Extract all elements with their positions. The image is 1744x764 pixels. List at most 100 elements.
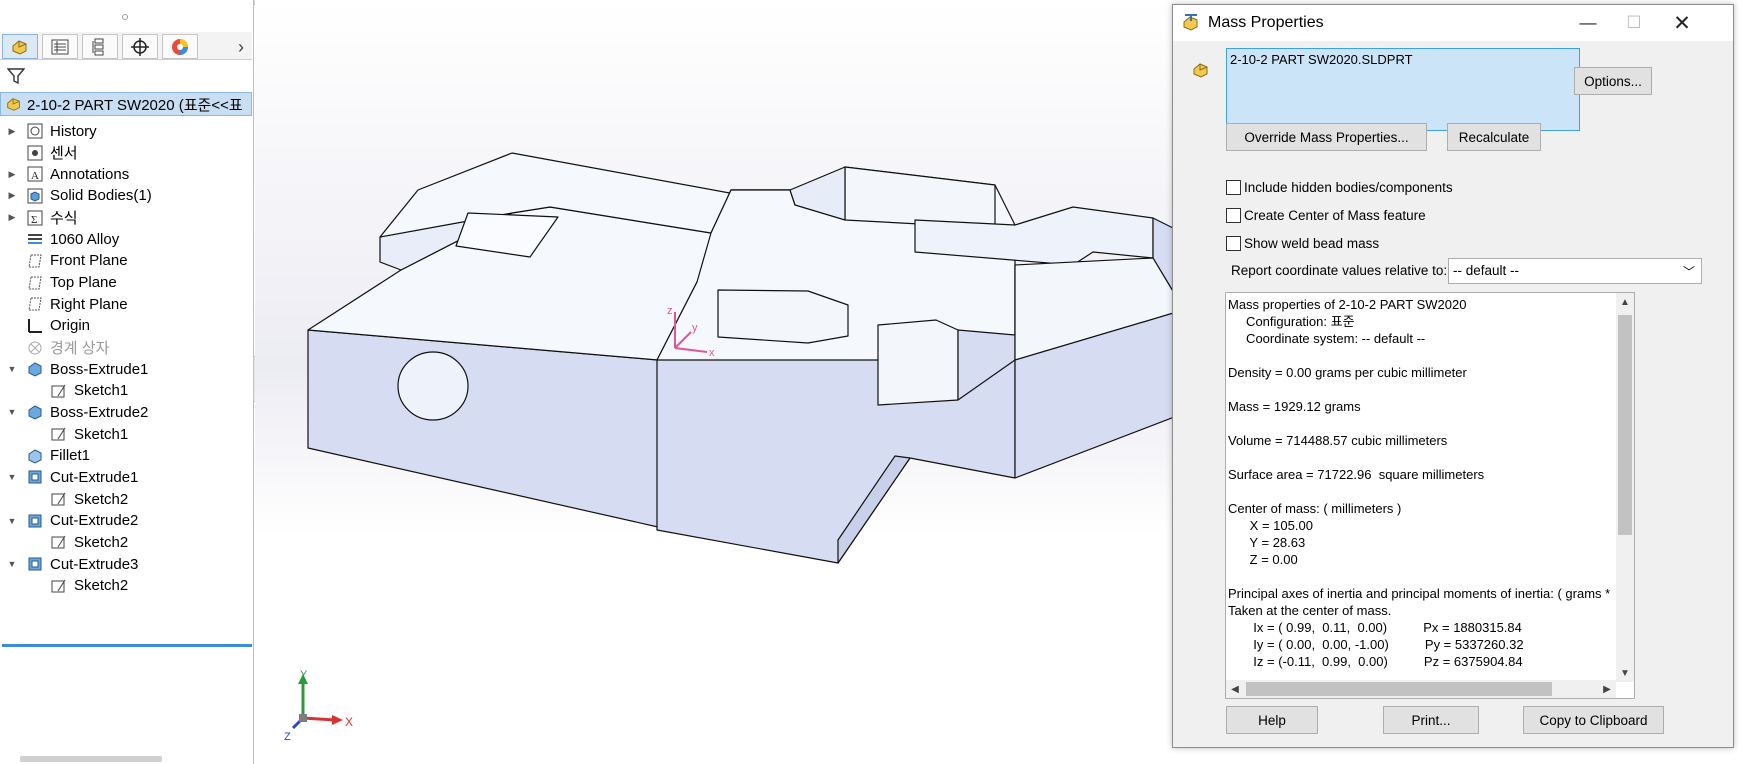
- tree-item-fillet1[interactable]: Fillet1: [0, 444, 252, 468]
- collapse-arrow-icon[interactable]: ▼: [7, 407, 17, 417]
- help-button[interactable]: Help: [1226, 706, 1318, 734]
- origin-axis-label-y: y: [692, 322, 698, 334]
- scroll-thumb[interactable]: [1618, 315, 1632, 535]
- tree-item-top-plane[interactable]: Top Plane: [0, 271, 252, 295]
- results-horizontal-scrollbar[interactable]: ◀ ▶: [1226, 680, 1616, 698]
- cut-extrude-icon: [28, 557, 42, 571]
- results-line: [1228, 347, 1616, 364]
- triad-label-z: Z: [284, 731, 291, 743]
- tree-item-item-10[interactable]: 경계 상자: [0, 336, 252, 360]
- coordinate-system-select[interactable]: -- default -- ﹀: [1448, 258, 1702, 284]
- plane-icon: [28, 276, 42, 290]
- close-button[interactable]: ✕: [1659, 5, 1705, 41]
- graphics-viewport[interactable]: z y x Y X Z: [255, 0, 1173, 764]
- tree-item-1060-alloy[interactable]: 1060 Alloy: [0, 227, 252, 251]
- results-line: Density = 0.00 grams per cubic millimete…: [1228, 365, 1467, 380]
- expand-arrow-icon[interactable]: ▶: [7, 126, 17, 137]
- dimxpert-tab[interactable]: [122, 34, 158, 59]
- tree-item-boss-extrude2[interactable]: ▼ Boss-Extrude2: [0, 400, 252, 424]
- checkbox-box[interactable]: [1226, 235, 1241, 251]
- triad-label-y: Y: [300, 669, 308, 681]
- mass-properties-dialog: Mass Properties — ☐ ✕ 2-10-2 PART SW2020…: [1172, 4, 1734, 748]
- boss-extrude-icon: [28, 405, 42, 420]
- tree-item-cut-extrude1[interactable]: ▼ Cut-Extrude1: [0, 465, 252, 489]
- tree-item-solid-bodies-1[interactable]: ▶ Solid Bodies(1): [0, 184, 252, 208]
- scroll-left-icon[interactable]: ◀: [1226, 680, 1244, 698]
- tree-item-sketch2[interactable]: Sketch2: [0, 530, 252, 554]
- copy-to-clipboard-button[interactable]: Copy to Clipboard: [1523, 706, 1664, 734]
- annotations-icon: A: [27, 166, 43, 182]
- collapse-arrow-icon[interactable]: ▼: [7, 516, 17, 526]
- tree-item-label: Origin: [50, 317, 91, 335]
- part-model-view[interactable]: z y x Y X Z: [255, 0, 1173, 764]
- results-line: [1228, 381, 1616, 398]
- selected-items-list[interactable]: 2-10-2 PART SW2020.SLDPRT: [1226, 48, 1580, 131]
- tree-item-sketch2[interactable]: Sketch2: [0, 487, 252, 511]
- options-button[interactable]: Options...: [1574, 67, 1652, 95]
- scroll-up-icon[interactable]: ▲: [1616, 293, 1634, 311]
- collapse-arrow-icon[interactable]: ▼: [7, 364, 17, 374]
- show-weld-bead-checkbox[interactable]: Show weld bead mass: [1226, 233, 1379, 253]
- scroll-right-icon[interactable]: ▶: [1598, 680, 1616, 698]
- tree-horizontal-scrollbar[interactable]: [20, 756, 162, 762]
- include-hidden-checkbox[interactable]: Include hidden bodies/components: [1226, 177, 1453, 197]
- filter-icon[interactable]: [7, 67, 25, 85]
- expand-arrow-icon[interactable]: ▶: [7, 212, 17, 223]
- scroll-thumb[interactable]: [1246, 682, 1552, 696]
- model-face: [307, 329, 659, 528]
- tree-item-item-4[interactable]: ▶ Σ 수식: [0, 206, 252, 230]
- results-vertical-scrollbar[interactable]: ▲ ▼: [1616, 293, 1634, 682]
- view-triad: Y X Z: [284, 669, 353, 743]
- fillet-icon: [28, 449, 42, 464]
- tree-item-history[interactable]: ▶ History: [0, 119, 252, 143]
- tab-scroll-right-icon[interactable]: ›: [232, 36, 250, 58]
- rollback-bar[interactable]: [2, 644, 252, 647]
- selected-file-name[interactable]: 2-10-2 PART SW2020.SLDPRT: [1230, 52, 1413, 67]
- tree-item-sketch1[interactable]: Sketch1: [0, 379, 252, 403]
- property-manager-tab[interactable]: [42, 34, 78, 59]
- tree-item-item-1[interactable]: 센서: [0, 141, 252, 165]
- tree-item-label: Sketch1: [74, 425, 129, 443]
- tree-item-front-plane[interactable]: Front Plane: [0, 249, 252, 273]
- tree-item-cut-extrude3[interactable]: ▼ Cut-Extrude3: [0, 552, 252, 576]
- expand-arrow-icon[interactable]: ▶: [7, 190, 17, 201]
- results-line: Mass = 1929.12 grams: [1228, 399, 1361, 414]
- tree-item-label: Sketch2: [74, 577, 129, 595]
- manager-tab-row: ›: [0, 32, 252, 60]
- tree-item-sketch1[interactable]: Sketch1: [0, 422, 252, 446]
- dialog-titlebar[interactable]: Mass Properties — ☐ ✕: [1173, 5, 1733, 41]
- expand-arrow-icon[interactable]: ▶: [7, 169, 17, 180]
- part-icon: [1193, 63, 1208, 78]
- coordinate-system-value: -- default --: [1453, 263, 1520, 278]
- tree-item-origin[interactable]: Origin: [0, 314, 252, 338]
- feature-manager-tab[interactable]: [2, 34, 38, 59]
- collapse-arrow-icon[interactable]: ▼: [7, 559, 17, 569]
- sketch-icon: [51, 579, 66, 593]
- results-line: X = 105.00: [1228, 518, 1313, 533]
- tree-item-label: 경계 상자: [50, 340, 110, 357]
- model-face: [717, 289, 849, 344]
- configuration-manager-tab[interactable]: [82, 34, 118, 59]
- collapse-arrow-icon[interactable]: ▼: [7, 472, 17, 482]
- scroll-down-icon[interactable]: ▼: [1616, 664, 1634, 682]
- panel-grip[interactable]: [122, 14, 128, 20]
- recalculate-button[interactable]: Recalculate: [1447, 123, 1541, 151]
- tree-item-annotations[interactable]: ▶ A Annotations: [0, 162, 252, 186]
- tree-item-right-plane[interactable]: Right Plane: [0, 292, 252, 316]
- tree-item-cut-extrude2[interactable]: ▼ Cut-Extrude2: [0, 509, 252, 533]
- tree-item-sketch2[interactable]: Sketch2: [0, 574, 252, 598]
- display-manager-tab[interactable]: [162, 34, 198, 59]
- sketch-icon: [51, 384, 66, 398]
- results-output[interactable]: Mass properties of 2-10-2 PART SW2020 Co…: [1225, 292, 1635, 699]
- create-center-of-mass-checkbox[interactable]: Create Center of Mass feature: [1226, 205, 1426, 225]
- print-button[interactable]: Print...: [1383, 706, 1479, 734]
- minimize-button[interactable]: —: [1565, 5, 1611, 41]
- override-mass-properties-button[interactable]: Override Mass Properties...: [1226, 123, 1427, 151]
- results-line: Iy = ( 0.00, 0.00, -1.00) Py = 5337260.3…: [1228, 637, 1524, 652]
- tree-root-part[interactable]: 2-10-2 PART SW2020 (표준<<표: [0, 92, 252, 116]
- checkbox-box[interactable]: [1226, 179, 1241, 195]
- tree-item-boss-extrude1[interactable]: ▼ Boss-Extrude1: [0, 357, 252, 381]
- triad-label-x: X: [345, 715, 353, 729]
- maximize-button[interactable]: ☐: [1611, 5, 1657, 41]
- checkbox-box[interactable]: [1226, 207, 1241, 223]
